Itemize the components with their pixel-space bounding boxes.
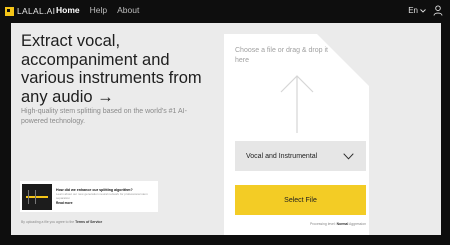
promo-card[interactable]: How did we enhance our splitting algorit… bbox=[20, 181, 158, 212]
processing-footnote: Processing level: Normal Aggression bbox=[235, 222, 366, 226]
footnote-suffix: Aggression bbox=[349, 222, 366, 226]
hero-subtitle: High-quality stem splitting based on the… bbox=[21, 108, 187, 125]
nav-link-home[interactable]: Home bbox=[56, 5, 80, 15]
main-card: Extract vocal, accompaniment and various… bbox=[11, 23, 441, 235]
logo-mark-icon bbox=[5, 6, 14, 16]
upload-hint: Choose a file or drag & drop it here bbox=[235, 47, 328, 64]
terms-link[interactable]: Terms of Service bbox=[75, 220, 102, 224]
nav-link-about[interactable]: About bbox=[117, 5, 139, 15]
chevron-down-icon bbox=[343, 152, 354, 160]
language-selector[interactable]: En bbox=[408, 6, 426, 15]
logo-text: LALAL.AI bbox=[17, 6, 56, 16]
chevron-down-icon bbox=[420, 8, 426, 13]
language-label: En bbox=[408, 6, 418, 15]
footnote-prefix: Processing level: bbox=[309, 222, 336, 226]
terms-notice: By uploading a file you agree to the Ter… bbox=[21, 220, 102, 224]
nav-link-help[interactable]: Help bbox=[90, 5, 107, 15]
main-nav: Home Help About bbox=[56, 5, 139, 15]
user-icon[interactable] bbox=[433, 5, 443, 16]
hero-title: Extract vocal, accompaniment and various… bbox=[21, 32, 202, 106]
stem-type-select[interactable]: Vocal and Instrumental bbox=[235, 141, 366, 171]
stem-type-value: Vocal and Instrumental bbox=[246, 152, 318, 160]
promo-body: Learn about our new generation neural ne… bbox=[56, 192, 148, 200]
processing-level-link[interactable]: Normal bbox=[337, 222, 349, 226]
logo[interactable]: LALAL.AI bbox=[5, 6, 55, 16]
select-file-button[interactable]: Select File bbox=[235, 185, 366, 215]
promo-thumbnail bbox=[22, 183, 52, 210]
arrow-up-icon bbox=[280, 75, 314, 133]
upload-dropzone[interactable]: Choose a file or drag & drop it here Voc… bbox=[224, 34, 369, 235]
navbar: LALAL.AI Home Help About En bbox=[0, 0, 450, 22]
select-file-label: Select File bbox=[284, 196, 317, 204]
terms-prefix: By uploading a file you agree to the bbox=[21, 220, 75, 224]
promo-read-more-link[interactable]: Read more bbox=[56, 201, 156, 205]
promo-text: How did we enhance our splitting algorit… bbox=[56, 188, 156, 205]
